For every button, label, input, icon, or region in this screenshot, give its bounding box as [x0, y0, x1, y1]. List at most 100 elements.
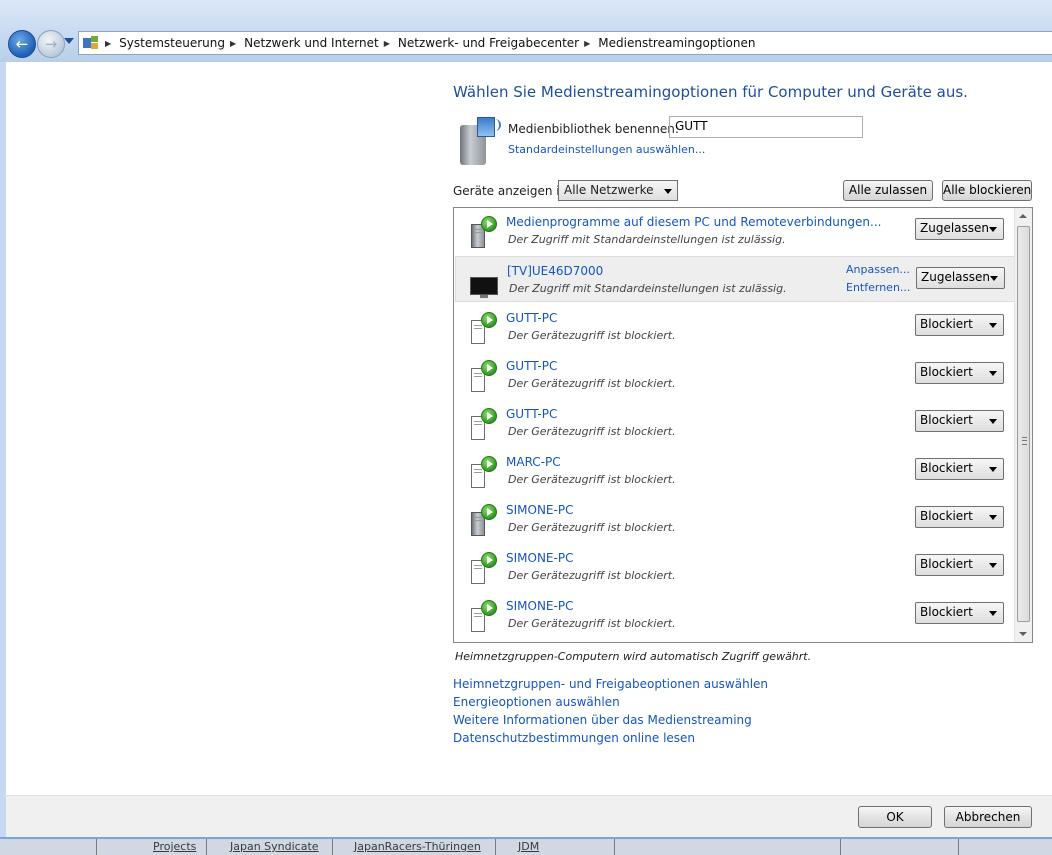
breadcrumb-freigabecenter[interactable]: Netzwerk- und Freigabecenter: [398, 36, 579, 50]
pc-tower-icon: [469, 600, 499, 634]
bookmarks-bar: Projects Japan Syndicate JapanRacers-Thü…: [0, 837, 1052, 855]
chevron-down-icon: [989, 515, 997, 520]
network-select[interactable]: Alle Netzwerke: [558, 180, 678, 201]
play-icon: [481, 552, 497, 568]
allow-all-button[interactable]: Alle zulassen: [843, 180, 933, 201]
pc-tower-dark-icon: [469, 504, 499, 538]
separator: [495, 839, 496, 855]
chevron-right-icon[interactable]: ▶: [584, 39, 590, 48]
page-title: Wählen Sie Medienstreamingoptionen für C…: [453, 83, 968, 101]
play-icon: [481, 600, 497, 616]
access-select-value: Blockiert: [920, 365, 973, 379]
chevron-right-icon[interactable]: ▶: [105, 39, 111, 48]
recent-pages-dropdown[interactable]: [64, 38, 74, 44]
arrow-right-icon: →: [44, 35, 58, 53]
access-select[interactable]: Blockiert: [915, 506, 1004, 528]
device-status: Der Zugriff mit Standardeinstellungen is…: [508, 233, 786, 246]
back-button[interactable]: ←: [8, 30, 36, 58]
device-row[interactable]: GUTT-PC Der Gerätezugriff ist blockiert.…: [455, 400, 1015, 446]
device-row[interactable]: GUTT-PC Der Gerätezugriff ist blockiert.…: [455, 352, 1015, 398]
tv-icon: [470, 265, 500, 299]
device-name[interactable]: [TV]UE46D7000: [507, 264, 603, 278]
breadcrumb-medienstreamingoptionen[interactable]: Medienstreamingoptionen: [598, 36, 755, 50]
bookmark-projects[interactable]: Projects: [153, 840, 196, 853]
device-name[interactable]: Medienprogramme auf diesem PC und Remote…: [506, 215, 881, 229]
bookmark-jdm[interactable]: JDM: [518, 840, 539, 853]
chevron-right-icon[interactable]: ▶: [384, 39, 390, 48]
device-row-selected[interactable]: [TV]UE46D7000 Der Zugriff mit Standardei…: [455, 256, 1015, 302]
breadcrumb-netzwerk-und-internet[interactable]: Netzwerk und Internet: [244, 36, 379, 50]
device-status: Der Gerätezugriff ist blockiert.: [508, 377, 676, 390]
separator: [840, 839, 841, 855]
address-bar[interactable]: ▶ Systemsteuerung ▶ Netzwerk und Interne…: [78, 31, 1052, 55]
chevron-down-icon: [989, 467, 997, 472]
network-select-value: Alle Netzwerke: [564, 183, 654, 197]
pc-tower-icon: [469, 552, 499, 586]
remove-link[interactable]: Entfernen...: [846, 281, 910, 294]
library-name-label: Medienbibliothek benennen:: [508, 122, 679, 136]
access-select[interactable]: Zugelassen: [915, 218, 1004, 240]
access-select[interactable]: Blockiert: [915, 314, 1004, 336]
privacy-link[interactable]: Datenschutzbestimmungen online lesen: [453, 731, 695, 745]
block-all-button[interactable]: Alle blockieren: [942, 180, 1032, 201]
access-select[interactable]: Zugelassen: [916, 267, 1005, 289]
device-name[interactable]: GUTT-PC: [506, 407, 557, 421]
separator: [958, 839, 959, 855]
access-select[interactable]: Blockiert: [915, 602, 1004, 624]
access-select[interactable]: Blockiert: [915, 458, 1004, 480]
arrow-left-icon: ←: [15, 35, 29, 53]
default-settings-link[interactable]: Standardeinstellungen auswählen...: [508, 143, 705, 156]
ok-button[interactable]: OK: [858, 806, 932, 828]
chevron-right-icon[interactable]: ▶: [230, 39, 236, 48]
device-name[interactable]: GUTT-PC: [506, 311, 557, 325]
bookmark-japan-syndicate[interactable]: Japan Syndicate: [230, 840, 319, 853]
scrollbar-thumb[interactable]: [1017, 226, 1030, 622]
vertical-scrollbar[interactable]: [1014, 208, 1032, 642]
device-row[interactable]: SIMONE-PC Der Gerätezugriff ist blockier…: [455, 592, 1015, 638]
pc-tower-icon: [469, 360, 499, 394]
access-select[interactable]: Blockiert: [915, 362, 1004, 384]
pc-tower-icon: [469, 456, 499, 490]
chevron-down-icon: [990, 276, 998, 281]
device-row[interactable]: MARC-PC Der Gerätezugriff ist blockiert.…: [455, 448, 1015, 494]
pc-tower-icon: [469, 312, 499, 346]
device-status: Der Gerätezugriff ist blockiert.: [508, 521, 676, 534]
device-list[interactable]: Medienprogramme auf diesem PC und Remote…: [453, 207, 1033, 643]
breadcrumb-systemsteuerung[interactable]: Systemsteuerung: [119, 36, 225, 50]
play-icon: [481, 408, 497, 424]
homegroup-options-link[interactable]: Heimnetzgruppen- und Freigabeoptionen au…: [453, 677, 768, 691]
forward-button[interactable]: →: [37, 30, 65, 58]
access-select[interactable]: Blockiert: [915, 554, 1004, 576]
device-row[interactable]: SIMONE-PC Der Gerätezugriff ist blockier…: [455, 496, 1015, 542]
device-row[interactable]: Medienprogramme auf diesem PC und Remote…: [455, 208, 1015, 254]
more-info-link[interactable]: Weitere Informationen über das Medienstr…: [453, 713, 752, 727]
device-name[interactable]: SIMONE-PC: [506, 551, 573, 565]
play-icon: [481, 360, 497, 376]
device-row[interactable]: SIMONE-PC Der Gerätezugriff ist blockier…: [455, 544, 1015, 590]
access-select-value: Blockiert: [920, 509, 973, 523]
device-row[interactable]: GUTT-PC Der Gerätezugriff ist blockiert.…: [455, 304, 1015, 350]
bookmark-japanracers[interactable]: JapanRacers-Thüringen: [354, 840, 481, 853]
device-name[interactable]: MARC-PC: [506, 455, 561, 469]
grip-icon: [1022, 437, 1027, 445]
chevron-down-icon: [989, 563, 997, 568]
cancel-button[interactable]: Abbrechen: [944, 806, 1032, 828]
customize-link[interactable]: Anpassen...: [846, 263, 910, 276]
access-select-value: Blockiert: [920, 461, 973, 475]
scroll-down-icon[interactable]: [1019, 632, 1027, 636]
library-name-input[interactable]: GUTT: [669, 116, 863, 138]
show-devices-label: Geräte anzeigen in:: [453, 184, 572, 198]
device-name[interactable]: SIMONE-PC: [506, 503, 573, 517]
device-name[interactable]: SIMONE-PC: [506, 599, 573, 613]
chevron-down-icon: [989, 371, 997, 376]
chevron-down-icon: [664, 189, 672, 194]
scroll-up-icon[interactable]: [1019, 214, 1027, 218]
access-select-value: Blockiert: [920, 413, 973, 427]
control-panel-icon: [83, 36, 99, 50]
device-name[interactable]: GUTT-PC: [506, 359, 557, 373]
device-status: Der Gerätezugriff ist blockiert.: [508, 329, 676, 342]
play-icon: [481, 504, 497, 520]
power-options-link[interactable]: Energieoptionen auswählen: [453, 695, 620, 709]
access-select[interactable]: Blockiert: [915, 410, 1004, 432]
chevron-down-icon: [989, 611, 997, 616]
